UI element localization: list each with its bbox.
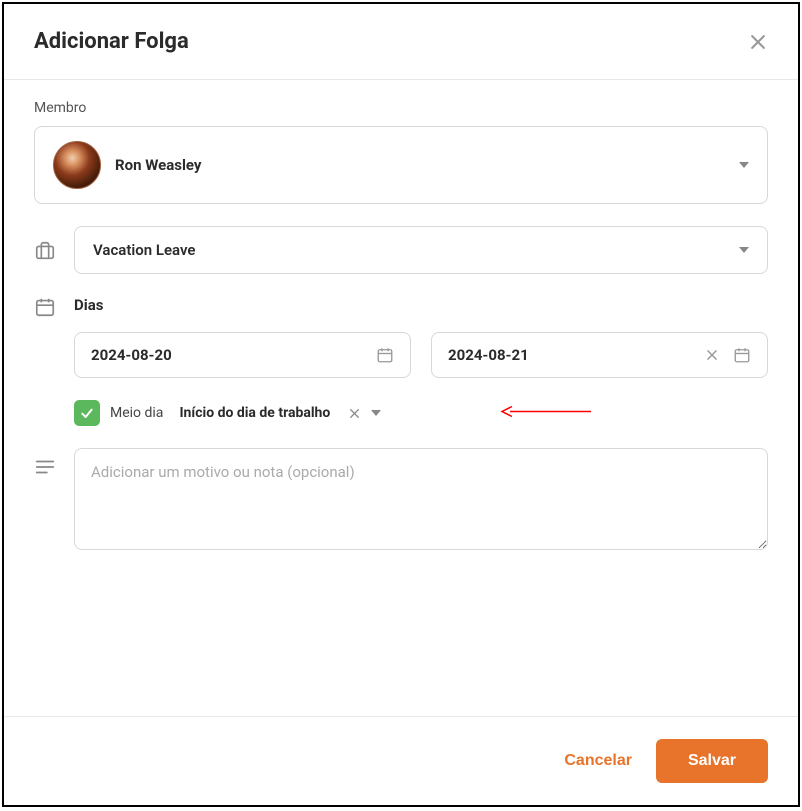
close-icon[interactable] [748,32,768,52]
calendar-icon [733,346,751,364]
check-icon [79,405,95,421]
half-day-option: Início do dia de trabalho [179,405,330,421]
modal-footer: Cancelar Salvar [4,716,798,805]
clear-icon[interactable] [348,407,361,420]
half-day-option-select[interactable] [348,407,381,420]
member-field: Membro Ron Weasley [34,100,768,204]
member-select[interactable]: Ron Weasley [34,126,768,204]
save-button[interactable]: Salvar [656,739,768,783]
leave-type-field: Vacation Leave [34,226,768,274]
suitcase-icon [34,240,56,262]
notes-textarea[interactable] [74,448,768,550]
avatar [53,141,101,189]
calendar-icon [34,296,56,318]
half-day-checkbox[interactable] [74,400,100,426]
half-day-label: Meio dia [110,405,163,421]
member-label: Membro [34,100,768,116]
date-row: 2024-08-20 2024-08-21 [74,332,768,378]
half-day-row: Meio dia Início do dia de trabalho [74,400,768,426]
chevron-down-icon [739,247,749,253]
chevron-down-icon [739,162,749,168]
modal-title: Adicionar Folga [34,29,189,54]
start-date-input[interactable]: 2024-08-20 [74,332,411,378]
notes-field [34,448,768,554]
member-name: Ron Weasley [115,156,201,174]
leave-type-name: Vacation Leave [93,241,196,259]
clear-icon[interactable] [705,348,719,362]
modal-body: Membro Ron Weasley Vacation Leave [4,80,798,716]
notes-icon [34,456,56,478]
member-content: Ron Weasley [53,141,201,189]
annotation-arrow [498,404,593,423]
start-date-value: 2024-08-20 [91,346,172,364]
days-label: Dias [74,296,768,314]
end-date-value: 2024-08-21 [448,346,529,364]
days-field: Dias 2024-08-20 [34,296,768,426]
leave-type-select[interactable]: Vacation Leave [74,226,768,274]
modal-header: Adicionar Folga [4,4,798,80]
add-leave-modal: Adicionar Folga Membro Ron Weasley [2,2,800,807]
calendar-icon [376,346,394,364]
chevron-down-icon[interactable] [371,410,381,416]
cancel-button[interactable]: Cancelar [564,752,632,770]
end-date-input[interactable]: 2024-08-21 [431,332,768,378]
